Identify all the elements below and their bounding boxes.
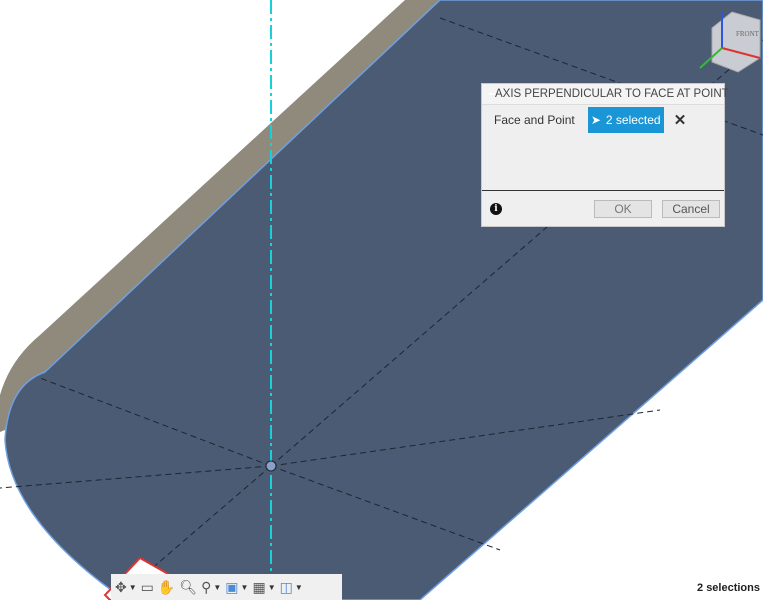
selection-button[interactable]: ➤ 2 selected bbox=[587, 107, 664, 133]
ok-button[interactable]: OK bbox=[594, 199, 652, 218]
cancel-button[interactable]: Cancel bbox=[662, 199, 720, 218]
pan-icon[interactable]: ✋ bbox=[158, 579, 175, 596]
zoom-icon[interactable]: ⚲ ▼ bbox=[201, 579, 221, 596]
viewcube-face-label: FRONT bbox=[736, 30, 760, 38]
display-settings-icon[interactable]: ▣ ▼ bbox=[225, 579, 248, 596]
clear-selection-icon[interactable]: ✕ bbox=[674, 111, 687, 129]
cursor-icon: ➤ bbox=[590, 113, 601, 127]
selection-count: 2 selected bbox=[605, 113, 661, 127]
viewports-icon[interactable]: ◫ ▼ bbox=[280, 579, 303, 596]
selected-point[interactable] bbox=[265, 460, 277, 472]
navigation-toolbar: ✥ ▼ ▭ ✋ 🔍︎ ⚲ ▼ ▣ ▼ ▦ ▼ ◫ ▼ bbox=[111, 574, 342, 600]
selection-status: 2 selections bbox=[697, 582, 760, 594]
info-icon[interactable]: i bbox=[490, 202, 502, 215]
look-at-icon[interactable]: ▭ bbox=[141, 579, 154, 596]
face-and-point-label: Face and Point bbox=[494, 113, 575, 127]
dialog-title: AXIS PERPENDICULAR TO FACE AT POINT bbox=[495, 88, 729, 100]
axis-dialog: AXIS PERPENDICULAR TO FACE AT POINT Face… bbox=[481, 83, 729, 227]
grid-icon[interactable]: ▦ ▼ bbox=[252, 579, 275, 596]
zoom-window-icon[interactable]: 🔍︎ bbox=[179, 579, 197, 596]
orbit-icon[interactable]: ✥ ▼ bbox=[115, 579, 137, 596]
